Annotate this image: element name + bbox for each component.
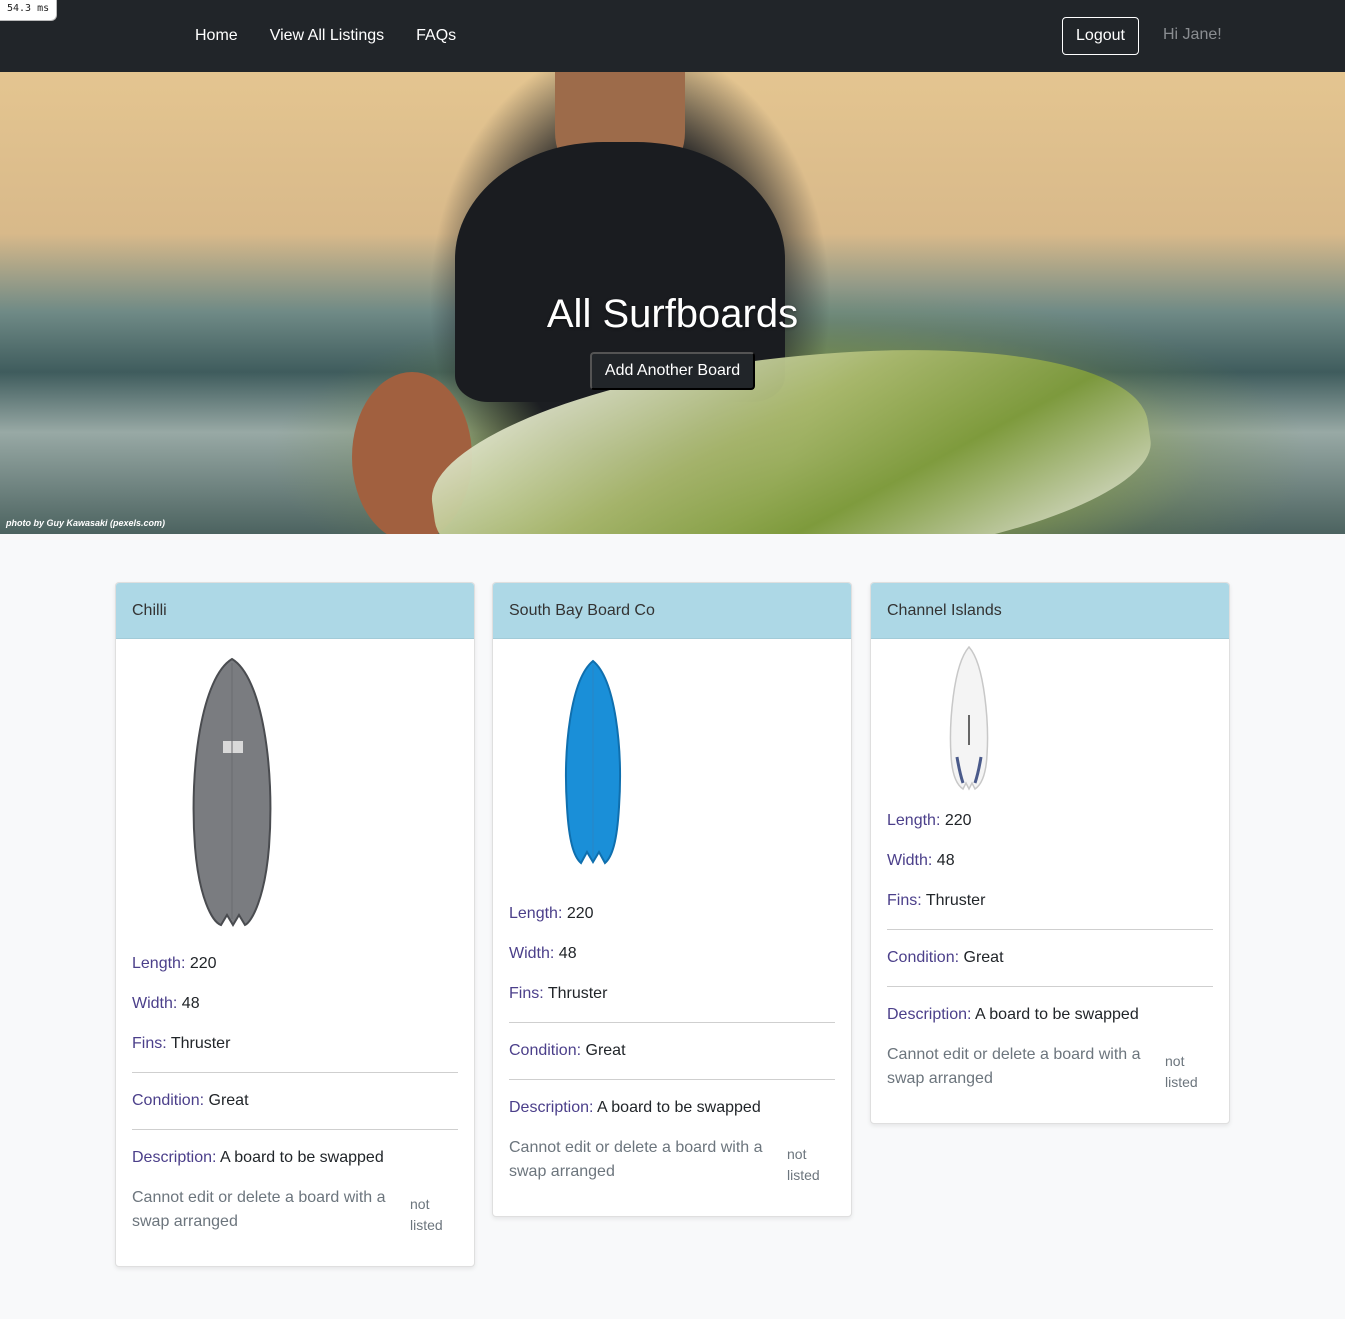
hero-banner: All Surfboards Add Another Board photo b… — [0, 72, 1345, 534]
width-value: 48 — [936, 852, 955, 869]
board-card-title: South Bay Board Co — [493, 583, 851, 639]
surfboard-image — [949, 645, 989, 791]
length-value: 220 — [566, 905, 594, 922]
board-card: Channel Islands Length: 220 Width: 48 Fi… — [870, 582, 1230, 1124]
fins-label: Fins: — [509, 985, 544, 1002]
length-label: Length: — [887, 812, 941, 829]
board-image — [132, 639, 458, 952]
fins-value: Thruster — [547, 985, 608, 1002]
width-label: Width: — [132, 995, 178, 1012]
board-card-title: Channel Islands — [871, 583, 1229, 639]
nav-home-link[interactable]: Home — [179, 19, 254, 53]
add-another-board-button[interactable]: Add Another Board — [590, 352, 755, 390]
width-value: 48 — [181, 995, 200, 1012]
listing-status: not listed — [410, 1196, 443, 1233]
board-card: Chilli Length: 220 Width: 48 Fins: Thrus… — [115, 582, 475, 1267]
surfboard-image — [192, 657, 272, 927]
page-title: All Surfboards — [546, 292, 799, 336]
navbar: Home View All Listings FAQs Logout Hi Ja… — [0, 0, 1345, 72]
divider — [132, 1072, 458, 1073]
condition-value: Great — [585, 1042, 626, 1059]
divider — [887, 929, 1213, 930]
description-value: A board to be swapped — [220, 1149, 384, 1166]
photo-credit: photo by Guy Kawasaki (pexels.com) — [6, 518, 166, 528]
nav-faqs-link[interactable]: FAQs — [400, 19, 472, 53]
width-label: Width: — [509, 945, 555, 962]
condition-value: Great — [208, 1092, 249, 1109]
description-value: A board to be swapped — [597, 1099, 761, 1116]
fins-value: Thruster — [925, 892, 986, 909]
fins-value: Thruster — [170, 1035, 231, 1052]
nav-links: Home View All Listings FAQs — [179, 0, 472, 72]
render-timing: 54.3 ms — [0, 0, 58, 21]
edit-locked-notice: Cannot edit or delete a board with a swa… — [887, 1046, 1141, 1087]
condition-label: Condition: — [509, 1042, 582, 1059]
board-image — [509, 639, 835, 902]
listing-status: not listed — [1165, 1053, 1198, 1090]
logout-button[interactable]: Logout — [1062, 17, 1139, 55]
length-value: 220 — [189, 955, 217, 972]
width-value: 48 — [558, 945, 577, 962]
divider — [132, 1129, 458, 1130]
condition-label: Condition: — [887, 949, 960, 966]
surfboard-image — [565, 659, 621, 865]
edit-locked-notice: Cannot edit or delete a board with a swa… — [509, 1139, 763, 1180]
length-value: 220 — [944, 812, 972, 829]
board-card-title: Chilli — [116, 583, 474, 639]
condition-value: Great — [963, 949, 1004, 966]
description-label: Description: — [509, 1099, 594, 1116]
condition-label: Condition: — [132, 1092, 205, 1109]
nav-view-all-listings-link[interactable]: View All Listings — [254, 19, 400, 53]
listing-status: not listed — [787, 1146, 820, 1183]
description-value: A board to be swapped — [975, 1006, 1139, 1023]
divider — [509, 1022, 835, 1023]
board-image — [887, 639, 1213, 809]
divider — [887, 986, 1213, 987]
description-label: Description: — [132, 1149, 217, 1166]
divider — [509, 1079, 835, 1080]
edit-locked-notice: Cannot edit or delete a board with a swa… — [132, 1189, 386, 1230]
fins-label: Fins: — [887, 892, 922, 909]
board-card: South Bay Board Co Length: 220 Width: 48… — [492, 582, 852, 1217]
width-label: Width: — [887, 852, 933, 869]
fins-label: Fins: — [132, 1035, 167, 1052]
description-label: Description: — [887, 1006, 972, 1023]
user-greeting: Hi Jane! — [1163, 26, 1222, 43]
length-label: Length: — [509, 905, 563, 922]
length-label: Length: — [132, 955, 186, 972]
